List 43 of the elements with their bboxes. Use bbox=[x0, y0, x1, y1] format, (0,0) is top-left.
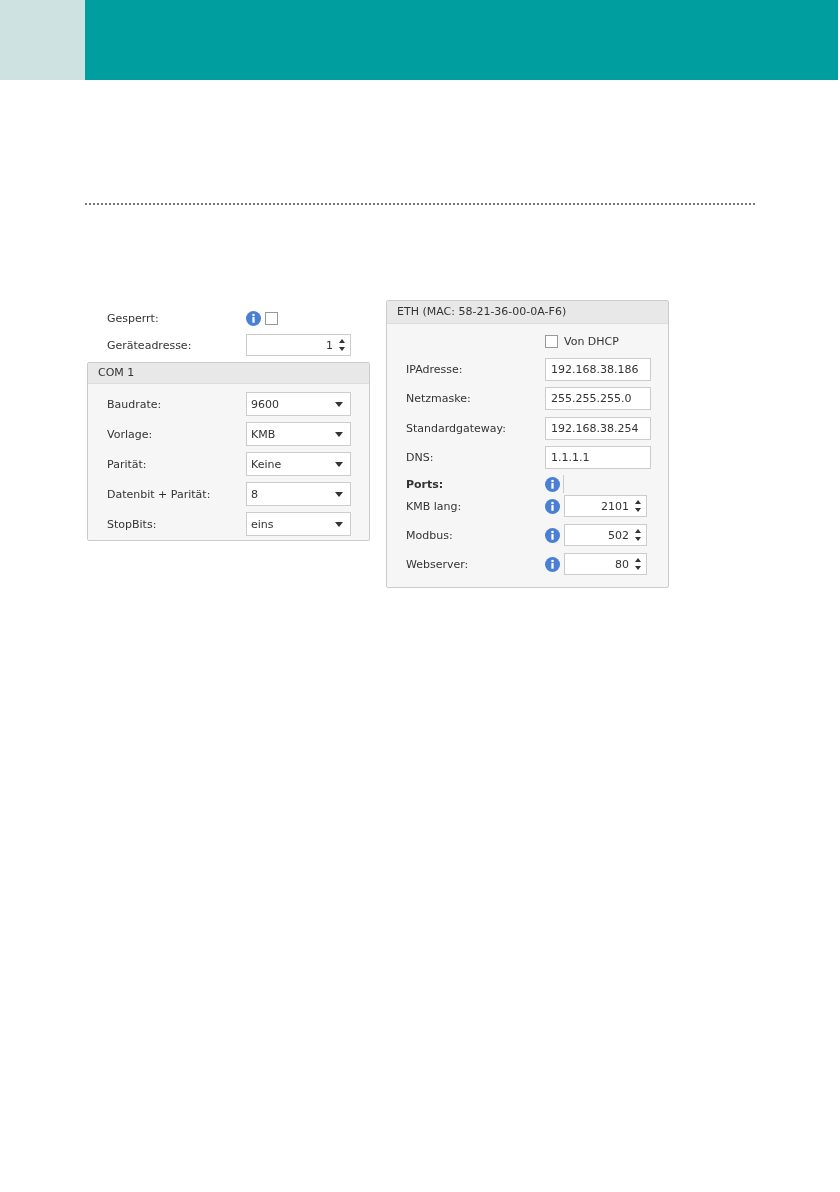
info-icon[interactable] bbox=[545, 498, 560, 514]
field-label: IPAdresse: bbox=[406, 363, 464, 376]
dropdown[interactable]: KMB bbox=[246, 422, 351, 446]
caret-icon bbox=[335, 521, 343, 527]
info-icon[interactable] bbox=[246, 310, 261, 326]
group-title: ETH (MAC: 58-21-36-00-0A-F6) bbox=[387, 301, 668, 324]
info-icon[interactable] bbox=[545, 527, 560, 543]
spin-field[interactable]: 1 bbox=[246, 334, 351, 356]
field-label: Datenbit + Parität: bbox=[107, 487, 212, 501]
field-label: KMB lang: bbox=[406, 499, 463, 513]
section-label: Ports: bbox=[406, 477, 445, 491]
info-icon[interactable] bbox=[545, 476, 560, 492]
field-label: Vorlage: bbox=[107, 427, 154, 441]
dropdown[interactable]: eins bbox=[246, 512, 351, 536]
field-label: Parität: bbox=[107, 457, 148, 471]
field-label: Webserver: bbox=[406, 557, 470, 571]
input-field[interactable]: 192.168.38.186 bbox=[545, 358, 651, 381]
caret-icon bbox=[335, 461, 343, 467]
caret-icon bbox=[335, 401, 343, 407]
dropdown[interactable]: 9600 bbox=[246, 392, 351, 416]
dhcp-checkbox[interactable]: Von DHCP bbox=[545, 334, 619, 348]
group-title: COM 1 bbox=[88, 363, 369, 384]
caret-icon bbox=[335, 431, 343, 437]
field-label: Modbus: bbox=[406, 528, 454, 542]
checkbox[interactable] bbox=[265, 311, 278, 325]
field-label: Baudrate: bbox=[107, 397, 163, 411]
info-icon[interactable] bbox=[545, 556, 560, 572]
spin-field[interactable]: 2101 bbox=[564, 495, 647, 518]
field-label: Standardgateway: bbox=[406, 421, 507, 435]
field-label: DNS: bbox=[406, 450, 435, 464]
input-field[interactable]: 1.1.1.1 bbox=[545, 445, 651, 469]
caret-icon bbox=[335, 491, 343, 497]
input-field[interactable]: 192.168.38.254 bbox=[545, 416, 651, 440]
stepper-arrows-icon[interactable] bbox=[338, 337, 346, 353]
input-field[interactable]: 255.255.255.0 bbox=[545, 387, 651, 411]
field-label: Geräteadresse: bbox=[107, 338, 193, 352]
field-label: StopBits: bbox=[107, 517, 158, 531]
field-label: Netzmaske: bbox=[406, 392, 472, 406]
field-label: Gesperrt: bbox=[107, 311, 160, 325]
spin-field[interactable]: 80 bbox=[564, 553, 647, 576]
dropdown[interactable]: Keine bbox=[246, 452, 351, 476]
spin-field[interactable]: 502 bbox=[564, 524, 647, 547]
dropdown[interactable]: 8 bbox=[246, 482, 351, 506]
